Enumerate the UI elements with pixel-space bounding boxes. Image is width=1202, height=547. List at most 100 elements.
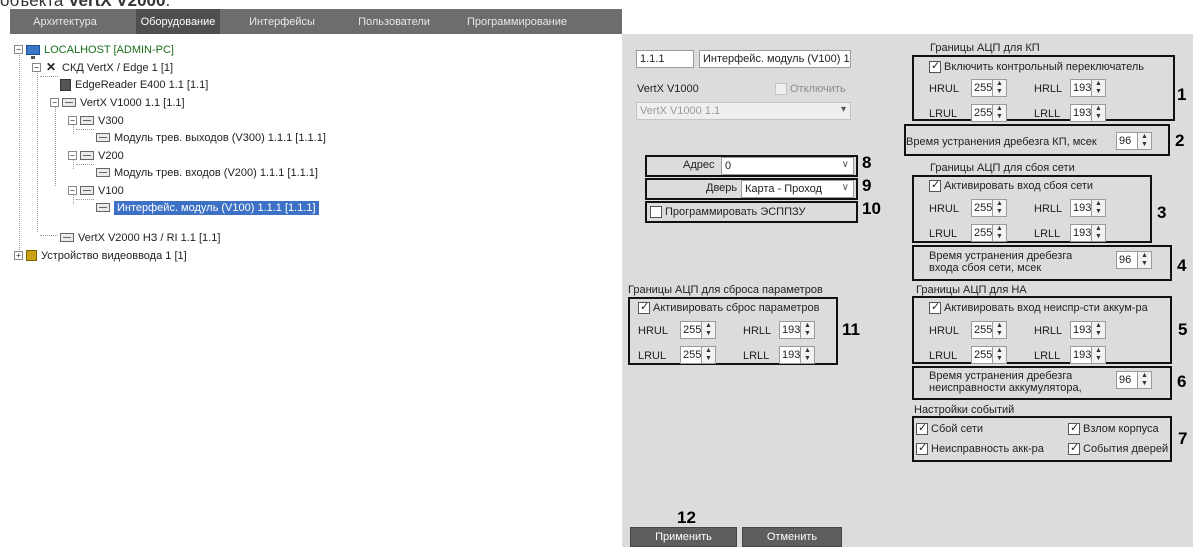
- object-name-field[interactable]: Интерфейс. модуль (V100) 1: [699, 50, 851, 68]
- collapse-icon[interactable]: −: [68, 151, 77, 160]
- spin-arrows-icon[interactable]: ▲ ▼: [1092, 224, 1106, 242]
- kp-lrul-spinner[interactable]: 255 ▲ ▼: [971, 104, 1007, 122]
- spinner-value[interactable]: 193: [1070, 346, 1092, 364]
- tab-users[interactable]: Пользователи: [338, 9, 450, 34]
- checkbox-icon[interactable]: [929, 178, 941, 193]
- tab-interfaces[interactable]: Интерфейсы: [238, 9, 326, 34]
- checkbox-icon[interactable]: [1068, 441, 1080, 456]
- checkbox-icon[interactable]: [916, 421, 928, 436]
- spinner-value[interactable]: 255: [971, 199, 993, 217]
- tree-node-v300-module[interactable]: Модуль трев. выходов (V300) 1.1.1 [1.1.1…: [96, 129, 326, 146]
- apply-button[interactable]: Применить: [630, 527, 737, 547]
- tree-node-v100[interactable]: − V100: [68, 182, 124, 199]
- spinner-value[interactable]: 193: [779, 321, 801, 339]
- spinner-value[interactable]: 193: [1070, 104, 1092, 122]
- spinner-value[interactable]: 255: [971, 79, 993, 97]
- spinner-value[interactable]: 255: [971, 321, 993, 339]
- tree-node-v200-module[interactable]: Модуль трев. входов (V200) 1.1.1 [1.1.1]: [96, 164, 318, 181]
- collapse-icon[interactable]: −: [32, 63, 41, 72]
- collapse-icon[interactable]: −: [50, 98, 59, 107]
- spinner-value[interactable]: 193: [1070, 199, 1092, 217]
- spin-arrows-icon[interactable]: ▲ ▼: [1092, 321, 1106, 339]
- spinner-value[interactable]: 255: [680, 346, 702, 364]
- checkbox-icon[interactable]: [638, 300, 650, 315]
- reset-enable-checkbox[interactable]: Активировать сброс параметров: [638, 300, 819, 315]
- spinner-value[interactable]: 96: [1116, 132, 1138, 150]
- tab-equipment[interactable]: Оборудование: [136, 9, 220, 34]
- na-debounce-spinner[interactable]: 96 ▲ ▼: [1116, 371, 1152, 389]
- disable-checkbox[interactable]: Отключить: [775, 83, 846, 96]
- tree-node-v200[interactable]: − V200: [68, 147, 124, 164]
- kp-enable-checkbox[interactable]: Включить контрольный переключатель: [929, 59, 1144, 74]
- spin-arrows-icon[interactable]: ▲ ▼: [702, 321, 716, 339]
- reset-hrll-spinner[interactable]: 193 ▲ ▼: [779, 321, 815, 339]
- spin-arrows-icon[interactable]: ▲ ▼: [1138, 132, 1152, 150]
- spinner-value[interactable]: 193: [1070, 321, 1092, 339]
- object-id-field[interactable]: 1.1.1: [636, 50, 694, 68]
- kp-hrul-spinner[interactable]: 255 ▲ ▼: [971, 79, 1007, 97]
- spin-arrows-icon[interactable]: ▲ ▼: [993, 199, 1007, 217]
- spinner-value[interactable]: 193: [1070, 79, 1092, 97]
- program-eeprom-checkbox[interactable]: Программировать ЭСППЗУ: [650, 206, 806, 219]
- spin-arrows-icon[interactable]: ▲ ▼: [993, 346, 1007, 364]
- tree-node-edgereader[interactable]: EdgeReader E400 1.1 [1.1]: [60, 76, 208, 93]
- spin-arrows-icon[interactable]: ▲ ▼: [1092, 104, 1106, 122]
- spinner-value[interactable]: 96: [1116, 371, 1138, 389]
- collapse-icon[interactable]: −: [68, 116, 77, 125]
- spin-arrows-icon[interactable]: ▲ ▼: [1138, 251, 1152, 269]
- spin-arrows-icon[interactable]: ▲ ▼: [801, 346, 815, 364]
- spinner-value[interactable]: 255: [971, 224, 993, 242]
- na-hrll-spinner[interactable]: 193 ▲ ▼: [1070, 321, 1106, 339]
- tree-node-localhost[interactable]: − LOCALHOST [ADMIN-PC]: [14, 41, 174, 59]
- spinner-value[interactable]: 255: [971, 346, 993, 364]
- net-hrul-spinner[interactable]: 255 ▲ ▼: [971, 199, 1007, 217]
- spin-arrows-icon[interactable]: ▲ ▼: [993, 224, 1007, 242]
- parent-select[interactable]: VertX V1000 1.1 ▾: [636, 102, 851, 120]
- spin-arrows-icon[interactable]: ▲ ▼: [1092, 199, 1106, 217]
- door-select[interactable]: Карта - Проход ∨: [741, 180, 854, 198]
- tree-node-vertx-v2000[interactable]: VertX V2000 НЗ / RI 1.1 [1.1]: [60, 229, 220, 246]
- checkbox-icon[interactable]: [775, 83, 787, 96]
- reset-hrul-spinner[interactable]: 255 ▲ ▼: [680, 321, 716, 339]
- net-lrll-spinner[interactable]: 193 ▲ ▼: [1070, 224, 1106, 242]
- na-enable-checkbox[interactable]: Активировать вход неиспр-сти аккум-ра: [929, 300, 1148, 315]
- kp-lrll-spinner[interactable]: 193 ▲ ▼: [1070, 104, 1106, 122]
- collapse-icon[interactable]: −: [14, 45, 23, 54]
- spin-arrows-icon[interactable]: ▲ ▼: [1092, 346, 1106, 364]
- na-lrul-spinner[interactable]: 255 ▲ ▼: [971, 346, 1007, 364]
- tab-programming[interactable]: Программирование: [458, 9, 576, 34]
- checkbox-icon[interactable]: [929, 59, 941, 74]
- spin-arrows-icon[interactable]: ▲ ▼: [993, 79, 1007, 97]
- na-hrul-spinner[interactable]: 255 ▲ ▼: [971, 321, 1007, 339]
- tree-node-vertx-edge[interactable]: − ✕ СКД VertX / Edge 1 [1]: [32, 59, 173, 76]
- spin-arrows-icon[interactable]: ▲ ▼: [1092, 79, 1106, 97]
- event-doors-checkbox[interactable]: События дверей: [1068, 441, 1168, 456]
- spinner-value[interactable]: 96: [1116, 251, 1138, 269]
- reset-lrll-spinner[interactable]: 193 ▲ ▼: [779, 346, 815, 364]
- net-enable-checkbox[interactable]: Активировать вход сбоя сети: [929, 178, 1093, 193]
- spinner-value[interactable]: 255: [680, 321, 702, 339]
- checkbox-icon[interactable]: [650, 206, 662, 219]
- spin-arrows-icon[interactable]: ▲ ▼: [702, 346, 716, 364]
- tab-architecture[interactable]: Архитектура: [10, 9, 120, 34]
- cancel-button[interactable]: Отменить: [742, 527, 842, 547]
- checkbox-icon[interactable]: [916, 441, 928, 456]
- tree-node-vertx-v1000[interactable]: − VertX V1000 1.1 [1.1]: [50, 94, 185, 111]
- reset-lrul-spinner[interactable]: 255 ▲ ▼: [680, 346, 716, 364]
- event-case-breach-checkbox[interactable]: Взлом корпуса: [1068, 421, 1159, 436]
- spin-arrows-icon[interactable]: ▲ ▼: [801, 321, 815, 339]
- collapse-icon[interactable]: −: [68, 186, 77, 195]
- tree-node-v300[interactable]: − V300: [68, 112, 124, 129]
- na-lrll-spinner[interactable]: 193 ▲ ▼: [1070, 346, 1106, 364]
- net-lrul-spinner[interactable]: 255 ▲ ▼: [971, 224, 1007, 242]
- kp-hrll-spinner[interactable]: 193 ▲ ▼: [1070, 79, 1106, 97]
- checkbox-icon[interactable]: [1068, 421, 1080, 436]
- net-hrll-spinner[interactable]: 193 ▲ ▼: [1070, 199, 1106, 217]
- tree-node-v100-module-selected[interactable]: Интерфейс. модуль (V100) 1.1.1 [1.1.1]: [96, 199, 319, 216]
- kp-debounce-spinner[interactable]: 96 ▲ ▼: [1116, 132, 1152, 150]
- event-net-failure-checkbox[interactable]: Сбой сети: [916, 421, 983, 436]
- expand-icon[interactable]: +: [14, 251, 23, 260]
- checkbox-icon[interactable]: [929, 300, 941, 315]
- spinner-value[interactable]: 193: [779, 346, 801, 364]
- spin-arrows-icon[interactable]: ▲ ▼: [993, 321, 1007, 339]
